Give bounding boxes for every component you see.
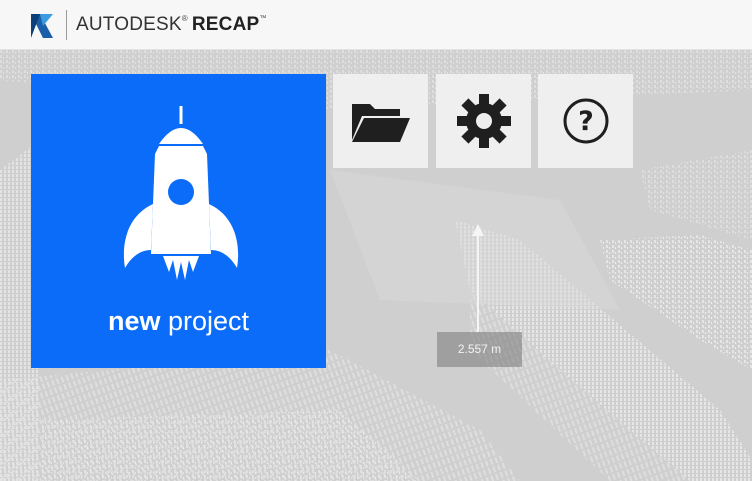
title-bar: AUTODESK® RECAP™ [0, 0, 752, 50]
recap-window: AUTODESK® RECAP™ 2.557 m new project ? [0, 0, 752, 481]
folder-open-icon [351, 104, 410, 142]
new-project-label-rest: project [167, 306, 250, 336]
recap-logo-icon [31, 14, 53, 38]
gear-icon [456, 94, 511, 148]
trademark-mark: ™ [259, 15, 267, 22]
product-name: RECAP [191, 14, 260, 35]
new-project-label-strong: new [107, 306, 161, 336]
app-title: AUTODESK® RECAP™ [76, 14, 267, 36]
rocket-icon [123, 106, 239, 280]
title-divider [66, 10, 67, 40]
measurement-label: 2.557 m [437, 332, 522, 367]
new-project-label: new project [31, 306, 326, 337]
new-project-tile[interactable]: new project [31, 74, 326, 368]
help-glyph: ? [578, 106, 594, 137]
help-icon: ? [563, 98, 608, 144]
settings-tile[interactable] [436, 74, 531, 168]
open-project-tile[interactable] [333, 74, 428, 168]
registered-mark: ® [181, 14, 188, 23]
brand-name: AUTODESK [76, 14, 182, 35]
help-tile[interactable]: ? [538, 74, 633, 168]
